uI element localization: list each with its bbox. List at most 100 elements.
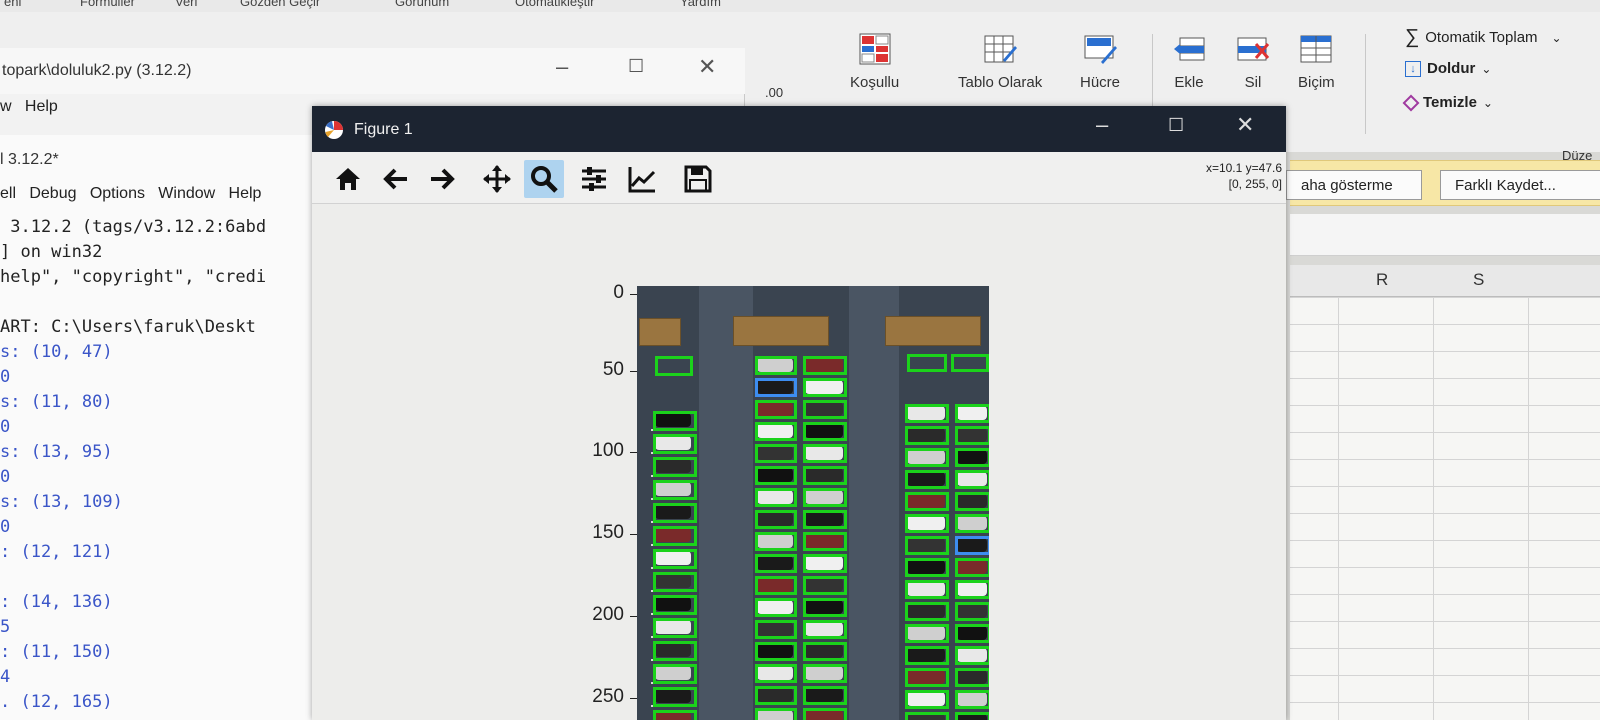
insert-cells-icon <box>1174 37 1205 61</box>
format-button[interactable]: Biçim <box>1298 32 1335 91</box>
pan-move-icon <box>483 165 511 193</box>
cell-styles-button[interactable]: Hücre <box>1080 32 1120 91</box>
menu-tab-review[interactable]: Gözden Geçir <box>240 0 320 9</box>
parking-slot-box <box>755 708 797 720</box>
format-cells-icon <box>1300 35 1332 63</box>
cursor-coordinates: x=10.1 y=47.6 [0, 255, 0] <box>1206 160 1282 192</box>
menu-tab-formulas[interactable]: Formüller <box>80 0 135 9</box>
parking-slot-box <box>905 492 949 511</box>
idle-editor-menu[interactable]: w Help <box>0 98 58 116</box>
figure-window: Figure 1 – ☐ ✕ x=10.1 y=47.6 [0, 255, 0]… <box>312 106 1286 720</box>
maximize-icon[interactable]: ☐ <box>628 56 644 77</box>
spreadsheet-grid[interactable] <box>1290 297 1600 720</box>
decimal-button[interactable]: .00 <box>765 85 783 100</box>
parking-slot-box <box>755 598 797 617</box>
insert-label: Ekle <box>1174 74 1204 91</box>
parking-slot-box <box>653 710 697 720</box>
delete-button[interactable]: Sil <box>1236 32 1270 91</box>
format-as-table-label: Tablo Olarak <box>958 74 1043 91</box>
fill-button[interactable]: ↓ Doldur ⌄ <box>1405 60 1491 77</box>
back-button[interactable] <box>376 160 416 198</box>
table-format-icon <box>984 35 1018 63</box>
conditional-format-button[interactable]: Koşullu <box>850 32 899 91</box>
column-header-s[interactable]: S <box>1473 270 1484 290</box>
chevron-down-icon: ⌄ <box>1482 95 1493 110</box>
minimize-icon[interactable]: – <box>1096 112 1108 138</box>
autosum-button[interactable]: ∑ Otomatik Toplam ⌄ <box>1405 26 1562 49</box>
parking-slot-box <box>755 378 797 397</box>
save-as-label: Farklı Kaydet... <box>1455 176 1556 194</box>
parking-slot-box <box>755 664 797 683</box>
parking-slot-box <box>755 466 797 485</box>
shell-output-line: : (12, 121) <box>0 542 113 562</box>
parking-slot-box <box>955 646 989 665</box>
menu-tab-automate[interactable]: Otomatikleştir <box>515 0 594 9</box>
edit-axis-button[interactable] <box>622 160 662 198</box>
parking-slot-box <box>653 618 697 638</box>
zoom-button[interactable] <box>524 160 564 198</box>
column-header-r[interactable]: R <box>1376 270 1388 290</box>
parking-slot-box <box>803 576 847 595</box>
parking-slot-box <box>955 558 989 577</box>
parking-slot-box <box>653 434 697 454</box>
parking-slot-box <box>755 400 797 419</box>
configure-subplots-button[interactable] <box>574 160 614 198</box>
parking-slot-box <box>905 712 949 720</box>
parking-sign <box>733 316 829 346</box>
idle-shell-menu-items[interactable]: ell Debug Options Window Help <box>0 185 261 202</box>
y-tick-label: 50 <box>602 359 624 380</box>
parking-lot-image[interactable] <box>637 286 989 720</box>
sliders-icon <box>582 167 606 191</box>
shell-output-line: s: (13, 95) <box>0 442 113 462</box>
menu-tab-data[interactable]: Veri <box>175 0 197 9</box>
parking-aisle <box>849 286 899 720</box>
formula-bar[interactable] <box>1290 214 1600 256</box>
parking-slot-box <box>653 549 697 569</box>
parking-slot-box <box>803 532 847 551</box>
idle-editor-menu-items[interactable]: w Help <box>0 98 58 115</box>
shell-output-line <box>0 290 266 315</box>
pan-button[interactable] <box>477 160 517 198</box>
parking-slot-box <box>755 532 797 551</box>
shell-output-line: s: (11, 80) <box>0 392 113 412</box>
navigation-toolbar: x=10.1 y=47.6 [0, 255, 0] <box>312 152 1286 204</box>
close-icon[interactable]: ✕ <box>1236 112 1254 138</box>
minimize-icon[interactable]: – <box>556 54 568 80</box>
parking-slot-box <box>755 686 797 705</box>
y-tick-mark <box>630 698 637 699</box>
y-tick-mark <box>630 452 637 453</box>
insert-button[interactable]: Ekle <box>1172 32 1206 91</box>
menu-tab-view[interactable]: Görünüm <box>395 0 449 9</box>
y-tick-mark <box>630 371 637 372</box>
idle-editor-title: topark\doluluk2.py (3.12.2) <box>2 62 192 79</box>
parking-slot-box <box>905 668 949 687</box>
clear-button[interactable]: Temizle ⌄ <box>1402 94 1493 111</box>
figure-canvas[interactable]: 0 50 100 150 200 250 <box>312 204 1286 720</box>
idle-shell-menu[interactable]: ell Debug Options Window Help <box>0 185 261 203</box>
forward-button[interactable] <box>422 160 462 198</box>
shell-output[interactable]: 3.12.2 (tags/v3.12.2:6abd] on win32 help"… <box>0 215 266 715</box>
dont-show-again-button[interactable]: aha gösterme <box>1286 170 1422 200</box>
column-header-row: R S <box>1290 265 1600 297</box>
parking-slot-box <box>803 686 847 705</box>
save-as-button[interactable]: Farklı Kaydet... <box>1440 170 1600 200</box>
home-button[interactable] <box>328 160 368 198</box>
maximize-icon[interactable]: ☐ <box>1168 115 1184 136</box>
parking-slot-box <box>755 620 797 639</box>
shell-output-line: : (11, 150) <box>0 642 113 662</box>
close-icon[interactable]: ✕ <box>698 54 716 80</box>
parking-slot-box <box>653 572 697 592</box>
idle-shell-title: l 3.12.2* <box>0 151 59 168</box>
menu-tab-help[interactable]: Yardım <box>680 0 721 9</box>
format-as-table-button[interactable]: Tablo Olarak <box>958 32 1042 91</box>
y-tick-label: 200 <box>592 604 624 625</box>
parking-slot-box <box>955 668 989 687</box>
shell-output-line: 0 <box>0 517 11 537</box>
sigma-icon: ∑ <box>1405 26 1420 48</box>
cell-styles-label: Hücre <box>1080 74 1121 91</box>
shell-output-line: s: (10, 47) <box>0 342 113 362</box>
conditional-format-icon <box>859 33 891 65</box>
shell-output-line: help", "copyright", "credi <box>0 267 267 287</box>
menu-tab-home[interactable]: eni <box>4 0 21 9</box>
save-figure-button[interactable] <box>678 160 718 198</box>
